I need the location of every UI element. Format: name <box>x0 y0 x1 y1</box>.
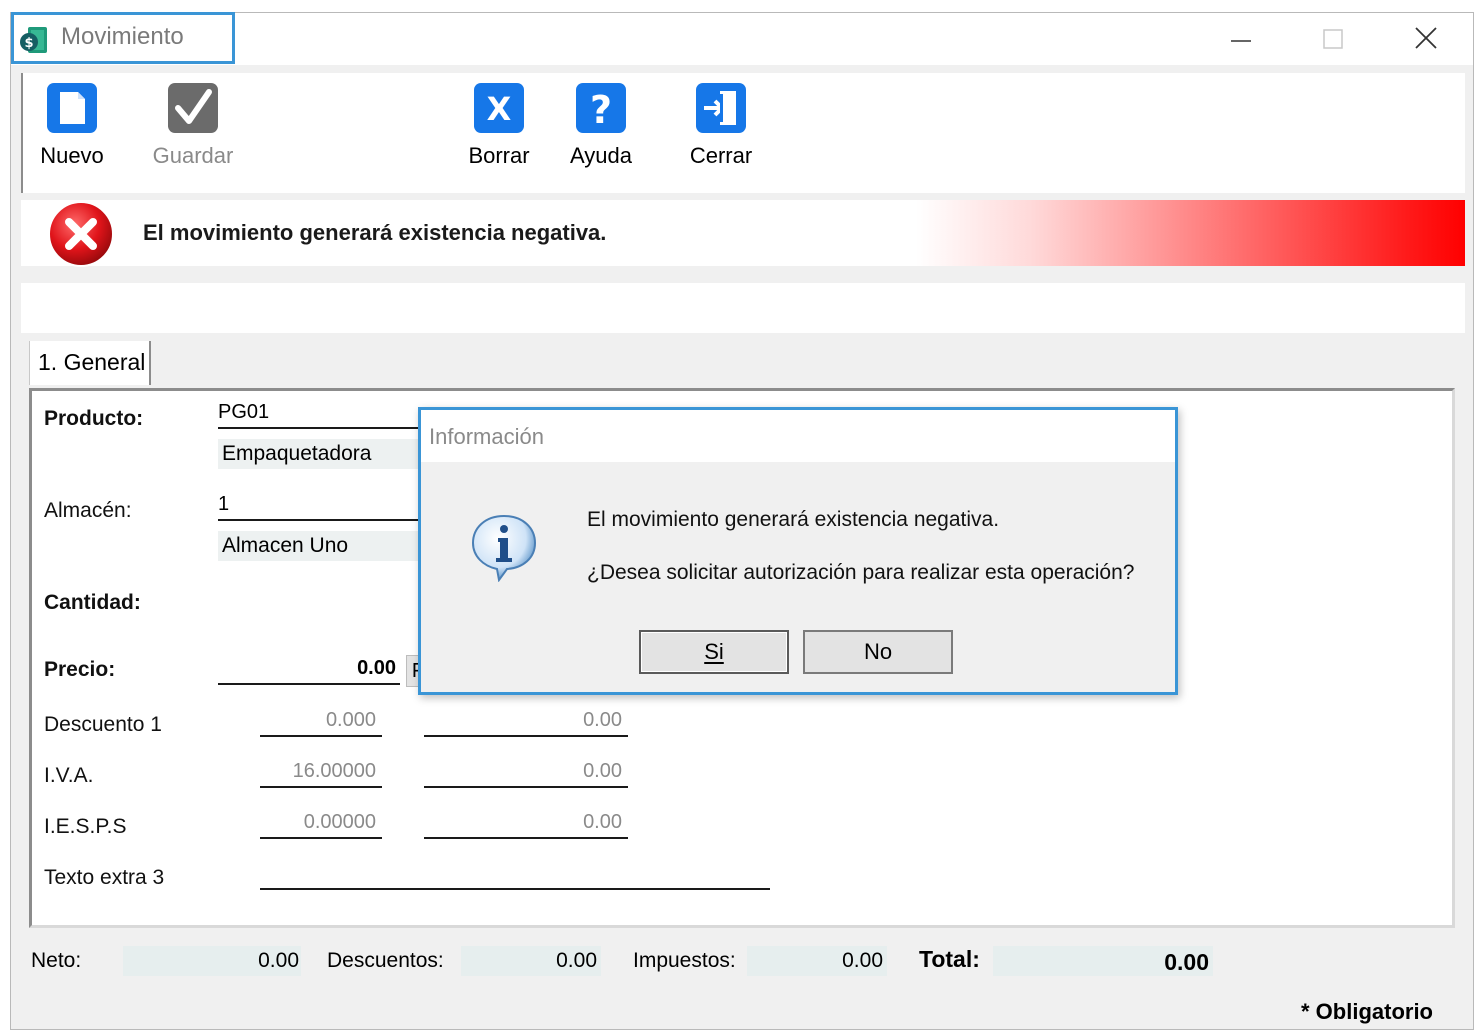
error-circle-icon <box>48 201 114 267</box>
dialog-title: Información <box>429 424 544 449</box>
descuento1-amount-underline <box>424 735 628 737</box>
no-button-label: No <box>863 639 893 664</box>
title-bar: $ Movimiento <box>11 12 1473 65</box>
new-document-icon <box>47 83 97 133</box>
cerrar-button[interactable]: Cerrar <box>683 81 759 169</box>
close-icon[interactable] <box>1407 21 1447 57</box>
help-question-icon: ? <box>576 83 626 133</box>
no-button[interactable]: No <box>803 630 953 674</box>
tab-general[interactable]: 1. General <box>29 341 151 385</box>
ayuda-label: Ayuda <box>570 143 632 168</box>
maximize-icon[interactable] <box>1313 21 1353 57</box>
window-title: Movimiento <box>61 23 184 50</box>
almacen-name-field: Almacen Uno <box>218 531 428 561</box>
toolbar: Nuevo Guardar X Borrar ? Ayuda Cerrar <box>21 73 1465 193</box>
descuentos-label: Descuentos: <box>327 949 444 972</box>
descuento1-pct-input[interactable]: 0.000 <box>260 709 376 732</box>
iva-amount: 0.00 <box>583 760 622 782</box>
delete-x-icon: X <box>474 83 524 133</box>
nuevo-label: Nuevo <box>40 143 104 168</box>
ayuda-button[interactable]: ? Ayuda <box>559 81 643 169</box>
dialog-message-line1: El movimiento generará existencia negati… <box>587 508 1000 531</box>
producto-code-underline <box>218 427 428 429</box>
borrar-button[interactable]: X Borrar <box>461 81 537 169</box>
iva-label: I.V.A. <box>44 764 94 787</box>
svg-text:?: ? <box>590 88 612 132</box>
total-label: Total: <box>919 946 980 972</box>
ieps-amount: 0.00 <box>583 811 622 833</box>
app-icon: $ <box>20 27 47 53</box>
cantidad-label: Cantidad: <box>44 591 141 614</box>
precio-label: Precio: <box>44 658 116 681</box>
producto-code-input[interactable]: PG01 <box>218 401 269 424</box>
guardar-button[interactable]: Guardar <box>145 81 241 169</box>
info-strip <box>21 283 1465 333</box>
si-button-label: Si <box>704 639 724 664</box>
texto-extra3-underline <box>260 888 770 890</box>
obligatorio-note: * Obligatorio <box>1301 999 1433 1024</box>
svg-text:$: $ <box>24 36 33 51</box>
almacen-code-input[interactable]: 1 <box>218 493 229 516</box>
neto-label: Neto: <box>31 949 82 972</box>
texto-extra3-label: Texto extra 3 <box>44 866 165 889</box>
ieps-pct-input[interactable]: 0.00000 <box>260 811 376 834</box>
svg-text:X: X <box>487 90 512 128</box>
iva-pct-input[interactable]: 16.00000 <box>260 760 376 783</box>
error-message: El movimiento generará existencia negati… <box>143 220 607 245</box>
tab-general-label: 1. General <box>38 349 146 375</box>
iva-pct-underline <box>260 786 382 788</box>
producto-name-field: Empaquetadora <box>218 439 428 469</box>
info-balloon-icon <box>471 514 537 582</box>
ieps-amount-underline <box>424 837 628 839</box>
minimize-icon[interactable] <box>1221 21 1261 57</box>
ieps-pct-underline <box>260 837 382 839</box>
total-value: 0.00 <box>1164 949 1209 975</box>
ieps-label: I.E.S.P.S <box>44 815 127 838</box>
descuento1-amount: 0.00 <box>583 709 622 731</box>
save-check-icon <box>168 83 218 133</box>
impuestos-value: 0.00 <box>842 949 883 972</box>
impuestos-label: Impuestos: <box>633 949 736 972</box>
almacen-code-underline <box>218 519 428 521</box>
iva-amount-underline <box>424 786 628 788</box>
si-button[interactable]: Si <box>639 630 789 674</box>
descuentos-value: 0.00 <box>556 949 597 972</box>
error-banner: El movimiento generará existencia negati… <box>21 200 1465 267</box>
dialog-title-bar: Información <box>421 410 1175 462</box>
borrar-label: Borrar <box>468 143 530 168</box>
descuento1-label: Descuento 1 <box>44 713 162 736</box>
dialog-message-line2: ¿Desea solicitar autorización para reali… <box>587 561 1135 584</box>
producto-label: Producto: <box>44 407 144 430</box>
precio-input[interactable]: 0.00 <box>218 657 396 680</box>
neto-value: 0.00 <box>258 949 299 972</box>
exit-door-icon <box>696 83 746 133</box>
guardar-label: Guardar <box>152 143 234 168</box>
descuento1-pct-underline <box>260 735 382 737</box>
information-dialog: Información El movimiento generará exist… <box>418 407 1178 695</box>
nuevo-button[interactable]: Nuevo <box>37 81 107 169</box>
precio-underline <box>218 683 400 685</box>
almacen-label: Almacén: <box>44 499 132 522</box>
cerrar-label: Cerrar <box>689 143 753 168</box>
